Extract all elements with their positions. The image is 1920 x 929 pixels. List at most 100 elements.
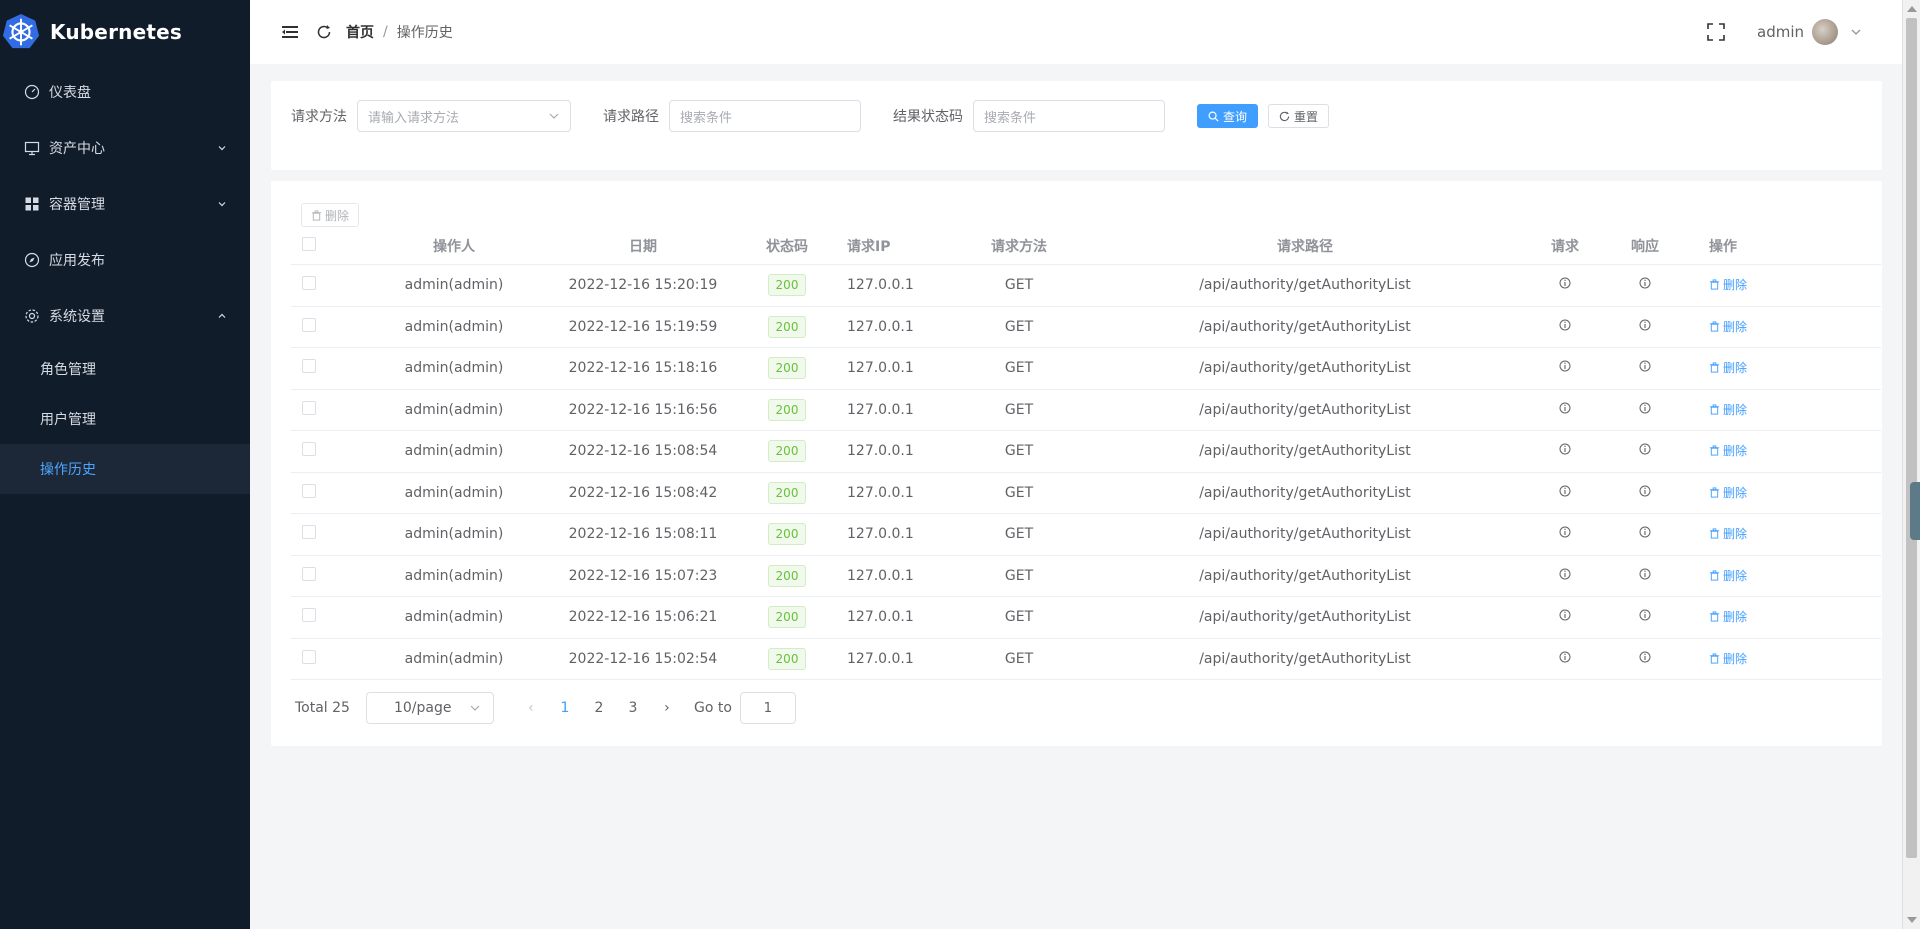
page-number[interactable]: 1	[548, 700, 582, 716]
table-header-row: 操作人 日期 状态码 请求IP 请求方法 请求路径 请求 响应 操作	[291, 227, 1881, 265]
sidebar-item-release[interactable]: 应用发布	[0, 232, 250, 288]
page-number[interactable]: 2	[582, 700, 616, 716]
scroll-thumb[interactable]	[1906, 18, 1917, 858]
operator-cell: admin(admin)	[404, 650, 504, 667]
sidebar-item-history[interactable]: 操作历史	[0, 444, 250, 494]
sidebar-item-dashboard[interactable]: 仪表盘	[0, 64, 250, 120]
delete-row-button[interactable]: 删除	[1709, 359, 1747, 376]
row-checkbox[interactable]	[302, 276, 316, 291]
batch-delete-button[interactable]: 删除	[301, 203, 360, 227]
info-icon[interactable]	[1559, 568, 1571, 580]
select-all-checkbox[interactable]	[302, 236, 316, 251]
date-cell: 2022-12-16 15:20:19	[568, 277, 718, 294]
scroll-up-arrow[interactable]	[1907, 6, 1917, 12]
avatar[interactable]	[1812, 19, 1838, 45]
status-badge: 200	[767, 357, 807, 380]
fullscreen-icon[interactable]	[1707, 23, 1725, 41]
path-input[interactable]: 搜索条件	[669, 100, 861, 132]
info-icon[interactable]	[1639, 485, 1651, 497]
date-cell: 2022-12-16 15:07:23	[568, 567, 718, 584]
user-name[interactable]: admin	[1757, 23, 1804, 41]
info-icon[interactable]	[1639, 609, 1651, 621]
sidebar-item-assets[interactable]: 资产中心	[0, 120, 250, 176]
info-icon[interactable]	[1639, 526, 1651, 538]
ip-cell: 127.0.0.1	[847, 567, 914, 584]
delete-row-button[interactable]: 删除	[1709, 442, 1747, 459]
sidebar-menu: 仪表盘 资产中心 容器管理 应用发布 系统设置	[0, 64, 250, 344]
sidebar-item-label: 容器管理	[49, 197, 105, 213]
date-cell: 2022-12-16 15:19:59	[568, 318, 718, 335]
info-icon[interactable]	[1639, 319, 1651, 331]
sidebar-item-containers[interactable]: 容器管理	[0, 176, 250, 232]
status-code-input[interactable]: 搜索条件	[973, 100, 1165, 132]
status-cell: 200	[739, 357, 835, 380]
delete-row-button[interactable]: 删除	[1709, 608, 1747, 625]
info-icon[interactable]	[1639, 402, 1651, 414]
query-button[interactable]: 查询	[1197, 104, 1259, 128]
status-cell: 200	[739, 564, 835, 587]
info-icon[interactable]	[1639, 360, 1651, 372]
breadcrumb-home[interactable]: 首页	[346, 22, 374, 42]
row-checkbox[interactable]	[302, 566, 316, 581]
side-drawer-handle[interactable]	[1910, 482, 1920, 540]
info-icon[interactable]	[1559, 443, 1571, 455]
sidebar-item-roles[interactable]: 角色管理	[0, 344, 250, 394]
delete-row-button[interactable]: 删除	[1709, 318, 1747, 335]
response-cell	[1605, 277, 1685, 293]
kubernetes-logo-icon	[2, 13, 40, 49]
row-checkbox[interactable]	[302, 649, 316, 664]
request-cell	[1525, 360, 1605, 376]
info-icon[interactable]	[1559, 485, 1571, 497]
row-checkbox[interactable]	[302, 608, 316, 623]
brand[interactable]: Kubernetes	[0, 0, 250, 64]
info-icon[interactable]	[1639, 568, 1651, 580]
info-icon[interactable]	[1559, 651, 1571, 663]
method-cell: GET	[1004, 609, 1034, 626]
history-table-card: 删除 操作人 日期 状态码 请求IP 请求方法 请求路径 请求 响应 操作 ad…	[271, 181, 1882, 746]
info-icon[interactable]	[1559, 609, 1571, 621]
action-cell: 删除	[1685, 608, 1785, 626]
delete-row-button[interactable]: 删除	[1709, 525, 1747, 542]
chevron-down-icon[interactable]	[1850, 26, 1862, 38]
row-checkbox[interactable]	[302, 400, 316, 415]
info-icon[interactable]	[1559, 360, 1571, 372]
row-checkbox[interactable]	[302, 359, 316, 374]
page-size-select[interactable]: 10/page	[365, 692, 494, 724]
delete-row-button[interactable]: 删除	[1709, 276, 1747, 293]
sidebar-item-users[interactable]: 用户管理	[0, 394, 250, 444]
info-icon[interactable]	[1639, 443, 1651, 455]
refresh-icon[interactable]	[316, 24, 332, 40]
delete-row-button[interactable]: 删除	[1709, 401, 1747, 418]
reset-button[interactable]: 重置	[1268, 104, 1330, 128]
row-checkbox[interactable]	[302, 317, 316, 332]
status-cell: 200	[739, 523, 835, 546]
delete-row-button[interactable]: 删除	[1709, 484, 1747, 501]
search-icon	[1208, 111, 1219, 122]
page-number[interactable]: 3	[616, 700, 650, 716]
delete-row-button[interactable]: 删除	[1709, 650, 1747, 667]
next-page-button[interactable]: ›	[650, 700, 684, 716]
row-checkbox[interactable]	[302, 442, 316, 457]
info-icon[interactable]	[1559, 526, 1571, 538]
breadcrumb-separator: /	[383, 24, 388, 40]
goto-page-input[interactable]: 1	[739, 692, 796, 724]
info-icon[interactable]	[1559, 402, 1571, 414]
page-scrollbar[interactable]	[1902, 0, 1920, 929]
request-cell	[1525, 402, 1605, 418]
status-cell: 200	[739, 315, 835, 338]
scroll-down-arrow[interactable]	[1907, 917, 1917, 923]
sidebar-item-settings[interactable]: 系统设置	[0, 288, 250, 344]
hamburger-menu-icon[interactable]	[282, 25, 298, 39]
row-checkbox[interactable]	[302, 483, 316, 498]
info-icon[interactable]	[1559, 319, 1571, 331]
action-cell: 删除	[1685, 650, 1785, 668]
chevron-down-icon	[549, 113, 559, 119]
method-select[interactable]: 请输入请求方法	[357, 100, 571, 132]
info-icon[interactable]	[1639, 651, 1651, 663]
prev-page-button[interactable]: ‹	[514, 700, 548, 716]
row-checkbox[interactable]	[302, 525, 316, 540]
delete-row-button[interactable]: 删除	[1709, 567, 1747, 584]
info-icon[interactable]	[1559, 277, 1571, 289]
operator-cell: admin(admin)	[404, 360, 504, 377]
info-icon[interactable]	[1639, 277, 1651, 289]
